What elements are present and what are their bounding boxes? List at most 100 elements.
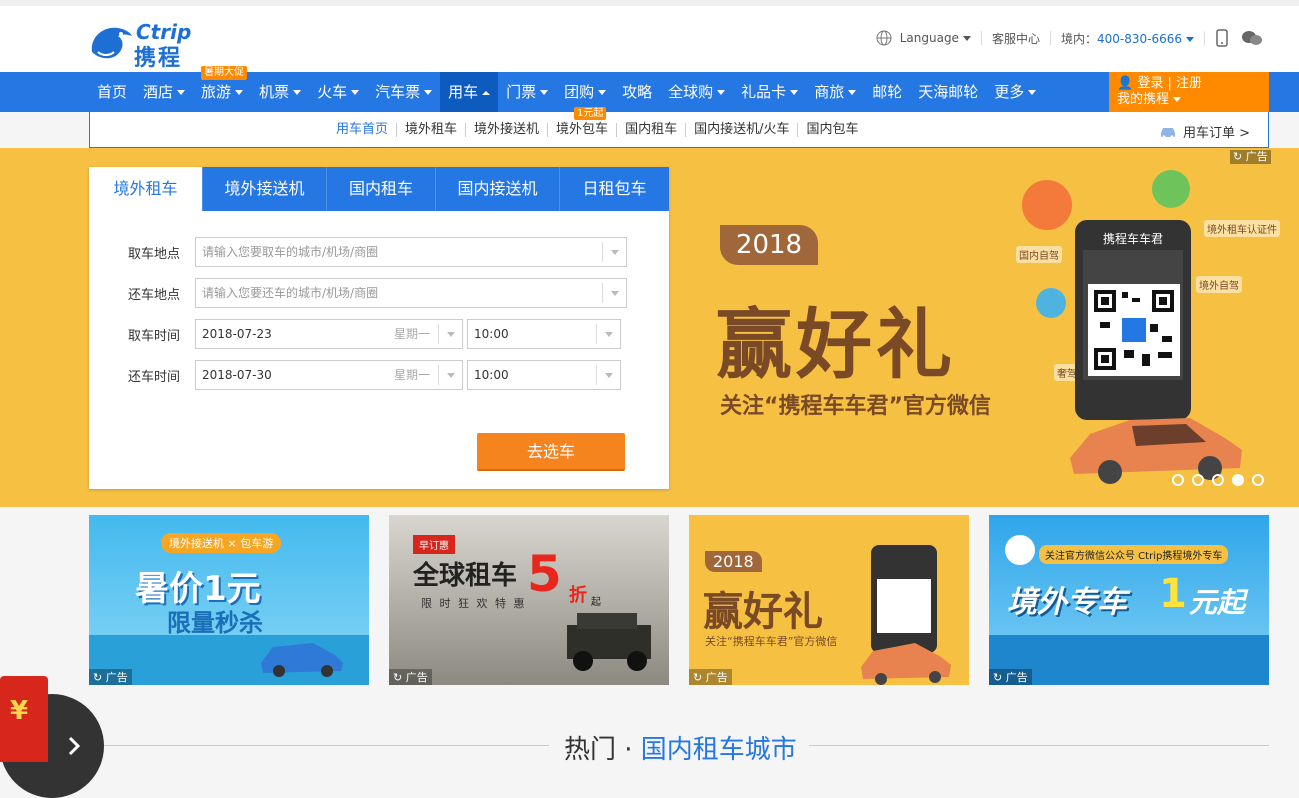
banner-subtitle: 关注“携程车车君”官方微信 — [720, 394, 991, 419]
promo-badge: 暑期大促 — [201, 66, 248, 80]
customer-service-link[interactable]: 客服中心 — [992, 30, 1040, 47]
register-link[interactable]: 注册 — [1176, 76, 1202, 91]
mobile-icon[interactable] — [1215, 29, 1229, 47]
subnav-item[interactable]: 国内租车 — [616, 123, 685, 137]
hotline[interactable]: 境内：400-830-6666 — [1061, 30, 1194, 47]
promo-headline: 全球租车 — [413, 561, 518, 591]
subnav-item[interactable]: 境外租车 — [396, 123, 465, 137]
my-ctrip-link[interactable]: 我的携程 — [1117, 92, 1261, 108]
pickup-time-select[interactable]: 10:00 — [467, 319, 621, 349]
return-time-select[interactable]: 10:00 — [467, 360, 621, 390]
promo-badge: 1元起 — [574, 107, 607, 120]
pickup-time-label: 取车时间 — [127, 328, 180, 344]
ad-tag: ↻ 广告 — [1230, 150, 1271, 164]
promo-subline: 元起 — [1189, 586, 1246, 619]
return-location-label: 还车地点 — [127, 287, 180, 303]
carousel-dot[interactable] — [1212, 474, 1224, 486]
chevron-down-icon — [602, 283, 626, 303]
carousel-dot[interactable] — [1192, 474, 1204, 486]
user-icon: 👤 — [1117, 76, 1134, 91]
chevron-down-icon — [438, 324, 462, 344]
nav-item[interactable]: 商旅 — [806, 72, 864, 112]
nav-item[interactable]: 邮轮 — [864, 72, 910, 112]
chevron-down-icon — [177, 90, 186, 95]
nav-item[interactable]: 火车 — [309, 72, 367, 112]
carousel-dot[interactable] — [1172, 474, 1184, 486]
carousel-dot[interactable] — [1252, 474, 1264, 486]
carousel-dots — [1172, 474, 1264, 486]
subnav-item[interactable]: 用车首页 — [328, 123, 396, 137]
pickup-date-input[interactable]: 2018-07-23 星期一 — [195, 319, 463, 349]
promo-card[interactable]: 早订惠 全球租车 5 折 起 限 时 狂 欢 特 惠 ↻ 广告 — [389, 515, 669, 685]
pickup-location-row: 取车地点 请输入您要取车的城市/机场/商圈 — [89, 237, 627, 267]
ctrip-logo[interactable]: Ctrip 携程 — [88, 18, 218, 71]
return-location-input[interactable]: 请输入您要还车的城市/机场/商圈 — [195, 278, 627, 308]
nav-item[interactable]: 攻略 — [614, 72, 660, 112]
search-tab[interactable]: 境外租车 — [89, 167, 202, 211]
promo-suffix: 起 — [591, 597, 601, 608]
promo-subline: 限量秒杀 — [167, 609, 263, 637]
nav-item[interactable]: 礼品卡 — [733, 72, 806, 112]
nav-item[interactable]: 汽车票 — [367, 72, 440, 112]
subnav-item[interactable]: 境外接送机 — [465, 123, 547, 137]
return-date-input[interactable]: 2018-07-30 星期一 — [195, 360, 463, 390]
chevron-down-icon — [351, 90, 360, 95]
yen-icon: ¥ — [10, 696, 29, 726]
ad-tag: ↻ 广告 — [689, 669, 732, 685]
wechat-icon[interactable] — [1241, 29, 1263, 47]
car-badge-icon — [1022, 180, 1072, 230]
jeep-icon — [567, 613, 651, 671]
nav-item[interactable]: 旅游 暑期大促 — [193, 66, 251, 112]
search-tab[interactable]: 境外接送机 — [202, 167, 326, 211]
return-location-row: 还车地点 请输入您要还车的城市/机场/商圈 — [89, 278, 627, 308]
nav-item[interactable]: 首页 — [89, 72, 135, 112]
hot-cities-heading: 热门 · 国内租车城市 — [89, 725, 1269, 765]
promo-card[interactable]: 2018 赢好礼 关注“携程车车君”官方微信 ↻ 广告 — [689, 515, 969, 685]
login-box[interactable]: 👤 登录 | 注册 我的携程 — [1109, 72, 1269, 112]
return-time-label: 还车时间 — [127, 369, 180, 385]
search-tab[interactable]: 国内接送机 — [435, 167, 559, 211]
ad-tag: ↻ 广告 — [89, 669, 132, 685]
globe-badge-icon — [1036, 288, 1066, 318]
chevron-down-icon — [598, 90, 607, 95]
section-title: 热门 · 国内租车城市 — [564, 735, 797, 765]
search-tab[interactable]: 日租包车 — [559, 167, 669, 211]
chevron-down-icon — [602, 242, 626, 262]
language-selector[interactable]: Language — [900, 31, 971, 45]
nav-item[interactable]: 用车 — [440, 72, 499, 112]
carousel-dot[interactable] — [1232, 474, 1244, 486]
car-order-link[interactable]: 用车订单 > — [1159, 122, 1250, 141]
qr-code-image — [1088, 284, 1180, 376]
chevron-down-icon — [540, 90, 549, 95]
promo-unit: 折 — [569, 585, 587, 606]
nav-item[interactable]: 机票 — [251, 72, 309, 112]
subnav-item[interactable]: 境外包车 1元起 — [547, 107, 616, 137]
nav-item[interactable]: 团购 — [556, 72, 614, 112]
search-submit-button[interactable]: 去选车 — [477, 433, 625, 471]
chevron-down-icon — [438, 365, 462, 385]
phone-title: 携程车车君 — [1102, 232, 1163, 246]
red-packet-icon[interactable]: ¥ — [0, 676, 48, 762]
subnav-item[interactable]: 国内接送机/火车 — [685, 123, 797, 137]
promo-card[interactable]: 关注官方微信公众号 Ctrip携程境外专车 境外专车 1 元起 ↻ 广告 — [989, 515, 1269, 685]
nav-item[interactable]: 全球购 — [660, 72, 733, 112]
promo-headline: 赢好礼 — [703, 589, 823, 635]
search-tab[interactable]: 国内租车 — [326, 167, 435, 211]
chevron-down-icon — [848, 90, 857, 95]
promo-subline: 关注“携程车车君”官方微信 — [705, 635, 838, 648]
flag-badge-icon — [1152, 170, 1190, 208]
promo-price: 1 — [1159, 571, 1187, 617]
promo-headline: 境外专车 — [1007, 585, 1127, 620]
subnav-item[interactable]: 国内包车 — [797, 123, 866, 137]
nav-item[interactable]: 门票 — [498, 72, 556, 112]
pickup-location-input[interactable]: 请输入您要取车的城市/机场/商圈 — [195, 237, 627, 267]
login-link[interactable]: 登录 — [1137, 76, 1163, 91]
banner-label: 国内自驾 — [1016, 246, 1062, 263]
nav-item[interactable]: 酒店 — [135, 72, 193, 112]
logo-cn-text: 携程 — [134, 46, 183, 71]
promo-card[interactable]: 境外接送机 × 包车游 暑价1元 限量秒杀 ↻ 广告 — [89, 515, 369, 685]
nav-item[interactable]: 更多 — [986, 72, 1044, 112]
nav-item[interactable]: 天海邮轮 — [910, 72, 986, 112]
globe-icon — [876, 30, 892, 46]
return-time-row: 还车时间 2018-07-30 星期一 10:00 — [89, 360, 621, 390]
